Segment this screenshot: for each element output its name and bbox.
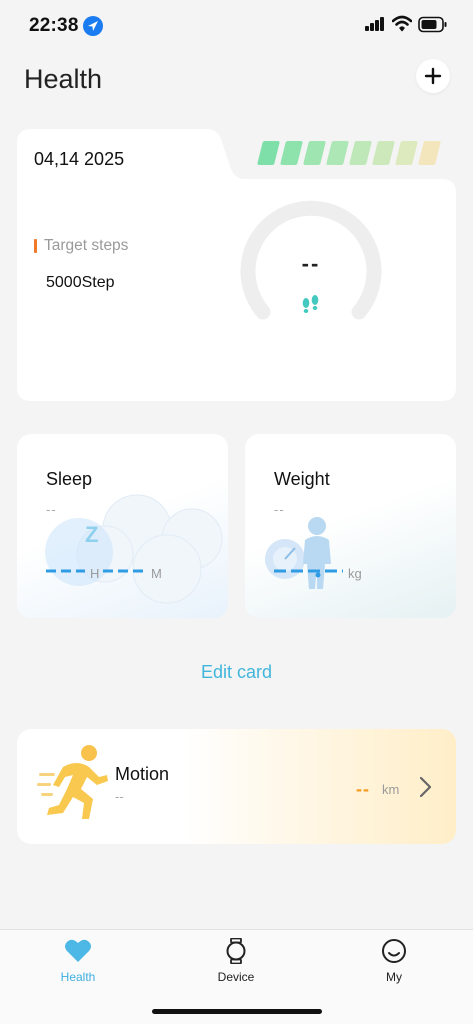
- sleep-illustration: Z: [45, 494, 223, 604]
- weight-title: Weight: [274, 469, 330, 489]
- steps-date: 04,14 2025: [34, 149, 125, 169]
- status-time: 22:38: [29, 15, 79, 36]
- plus-icon: [424, 67, 442, 85]
- steps-progress-segments: [257, 141, 441, 165]
- svg-text:Z: Z: [85, 522, 98, 547]
- progress-segment: [303, 141, 326, 165]
- target-steps-text: Target steps: [44, 237, 129, 254]
- sleep-value: --: [46, 502, 57, 517]
- sleep-minutes-unit: M: [151, 566, 162, 581]
- tab-my-label: My: [386, 970, 402, 984]
- weight-value: --: [274, 502, 285, 517]
- tab-device-label: Device: [217, 970, 255, 984]
- motion-distance-unit: km: [382, 782, 400, 797]
- footprints-icon: [302, 295, 319, 313]
- target-steps-label: Target steps: [34, 237, 128, 255]
- wifi-icon: [392, 15, 412, 32]
- target-indicator-bar: [34, 239, 37, 253]
- cellular-signal-icon: [365, 17, 384, 31]
- weight-illustration: [265, 517, 343, 589]
- edit-card-link[interactable]: Edit card: [0, 662, 473, 683]
- status-bar: 22:38: [0, 0, 473, 52]
- tab-health[interactable]: Health: [18, 930, 138, 994]
- progress-segment: [326, 141, 349, 165]
- weight-card[interactable]: Weight -- kg: [245, 434, 456, 618]
- tab-my[interactable]: My: [334, 930, 454, 994]
- location-arrow-icon: [83, 16, 103, 36]
- steps-count: --: [301, 251, 321, 276]
- tab-device[interactable]: Device: [176, 930, 296, 994]
- motion-card[interactable]: Motion -- -- km: [17, 729, 456, 844]
- page-title: Health: [24, 64, 103, 94]
- chevron-right-icon[interactable]: [417, 775, 433, 799]
- progress-segment: [395, 141, 418, 165]
- progress-segment: [349, 141, 372, 165]
- runner-icon: [37, 745, 108, 819]
- add-button[interactable]: [416, 59, 450, 93]
- motion-distance-value: --: [356, 779, 370, 799]
- sleep-title: Sleep: [46, 469, 93, 489]
- sleep-card[interactable]: Z Sleep -- H M: [17, 434, 228, 618]
- heart-icon: [65, 939, 91, 962]
- progress-segment: [372, 141, 395, 165]
- tab-health-label: Health: [60, 970, 96, 984]
- steps-card[interactable]: 04,14 2025 Target steps 5000Step --: [17, 129, 456, 401]
- watch-icon: [226, 938, 246, 964]
- home-indicator: [152, 1009, 322, 1014]
- progress-segment: [418, 141, 441, 165]
- battery-icon: [418, 16, 447, 33]
- sleep-hours-unit: H: [90, 566, 100, 581]
- target-steps-value: 5000Step: [46, 274, 115, 291]
- smiley-icon: [382, 939, 406, 963]
- motion-title: Motion: [115, 764, 170, 784]
- progress-segment: [257, 141, 280, 165]
- progress-segment: [280, 141, 303, 165]
- motion-subtitle: --: [115, 789, 124, 804]
- weight-unit: kg: [348, 566, 362, 581]
